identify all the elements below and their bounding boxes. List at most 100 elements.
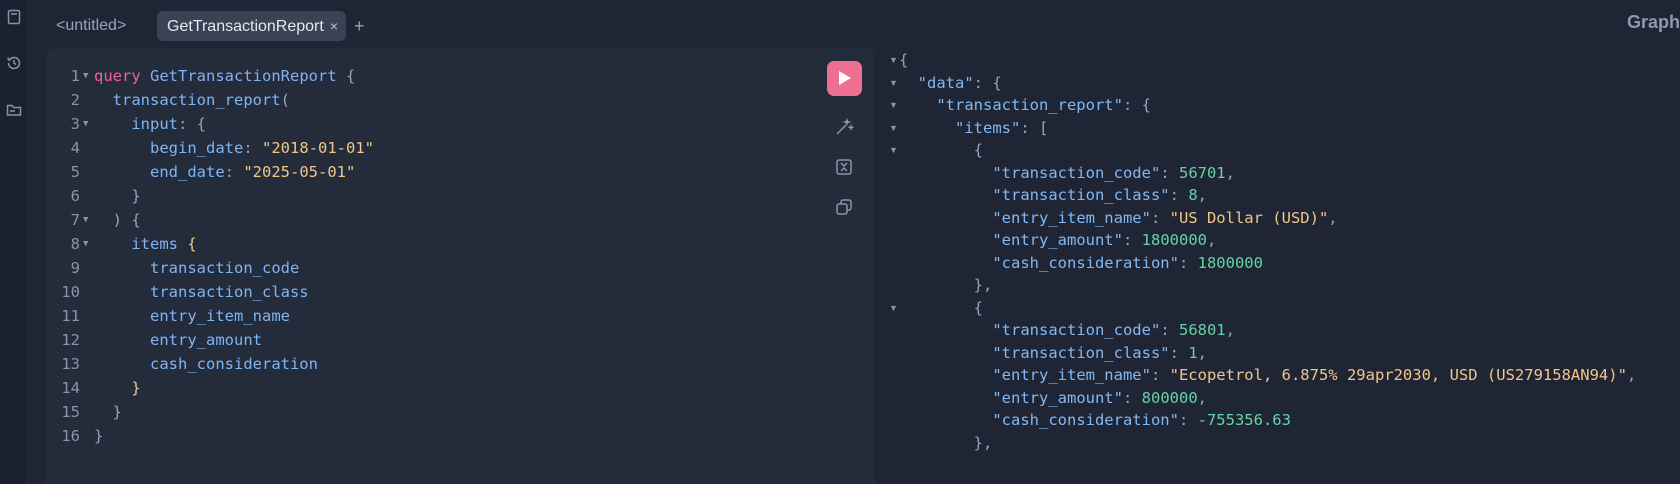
fold-arrow-icon[interactable]: ▼ [889,48,898,72]
fold-arrow-icon[interactable]: ▼ [889,116,898,140]
result-token: 1800000 [1141,231,1207,249]
fold-arrow-icon[interactable]: ▼ [83,112,88,136]
result-token: { [899,51,909,69]
result-viewer[interactable]: ▼{▼ "data": {▼ "transaction_report": {▼ … [875,48,1680,484]
fold-arrow-icon[interactable]: ▼ [83,232,88,256]
code-token: } [131,187,141,205]
code-token: end_date [150,163,225,181]
code-token: ( [280,91,290,109]
result-token: "transaction_code" [992,321,1161,339]
code-text: } [94,400,122,424]
tab-label: GetTransactionReport [167,18,324,35]
result-token: }, [973,433,993,452]
result-line: "entry_amount": 800000, [899,386,1207,410]
prettify-button[interactable] [834,117,855,137]
result-token: 1800000 [1197,253,1263,272]
result-token: , [1626,366,1637,384]
result-token: "entry_amount" [992,388,1123,407]
line-number: 6 [70,187,80,205]
tab-untitled[interactable]: <untitled> [46,11,136,41]
result-token: "transaction_class" [992,186,1170,204]
result-line: }, [899,431,993,455]
code-text: ) { [94,208,141,232]
fold-arrow-icon[interactable]: ▼ [889,138,898,162]
code-token: : [243,139,262,157]
result-token: "data" [917,73,974,92]
code-token: transaction_class [150,283,309,301]
result-line: "transaction_class": 1, [899,341,1207,365]
sidebar-rail [0,0,28,484]
result-line: "entry_item_name": "Ecopetrol, 6.875% 29… [899,363,1636,387]
result-token: , [1225,321,1235,339]
result-token [899,299,974,317]
code-token: transaction_report [112,91,281,109]
code-token: } [94,427,104,445]
add-tab-button[interactable]: + [354,11,365,41]
run-button[interactable] [827,61,862,96]
code-token: query [94,67,141,85]
result-token: , [1197,388,1207,407]
code-text: query GetTransactionReport { [94,64,355,88]
result-token: }, [973,276,993,294]
code-token: cash_consideration [150,355,318,373]
folder-icon[interactable] [6,102,22,118]
result-token [899,141,974,159]
line-number: 9 [70,259,80,277]
merge-fragments-button[interactable] [834,157,854,177]
line-number: 4 [70,139,80,157]
code-token: : { [178,115,206,133]
close-icon[interactable]: × [330,11,338,41]
result-token: 56801 [1178,321,1226,339]
result-token: "cash_consideration" [992,253,1179,272]
tab-get-transaction-report[interactable]: GetTransactionReport × [157,11,346,41]
code-token: transaction_code [150,259,300,277]
result-line: "transaction_report": { [899,93,1151,117]
result-token: "transaction_report" [936,96,1123,114]
result-token [899,74,918,92]
result-token: , [1225,163,1235,182]
fold-arrow-icon[interactable]: ▼ [83,64,88,88]
copy-button[interactable] [834,197,854,217]
docs-icon[interactable] [6,9,22,25]
code-token: ) { [112,211,141,229]
result-line: "items": [ [899,116,1048,140]
code-token: } [131,379,141,397]
code-text: input: { [94,112,206,136]
result-token: -755356.63 [1197,411,1291,429]
result-line: "entry_amount": 1800000, [899,228,1216,252]
result-token: 800000 [1141,388,1198,407]
line-number: 12 [61,331,80,349]
code-text: } [94,424,103,448]
code-token: entry_amount [150,331,262,349]
result-token: , [1328,208,1338,227]
fold-arrow-icon[interactable]: ▼ [889,93,898,117]
result-token [899,344,992,362]
code-text: end_date: "2025-05-01" [94,160,355,184]
result-line: "entry_item_name": "US Dollar (USD)", [899,206,1338,230]
code-token: "2018-01-01" [262,139,374,157]
fold-arrow-icon[interactable]: ▼ [889,71,898,95]
app-logo: GraphiQL [1627,12,1680,32]
fold-arrow-icon[interactable]: ▼ [889,296,898,320]
result-line: }, [899,273,993,297]
result-line: "transaction_class": 8, [899,183,1207,207]
query-editor[interactable]: 1 ▼ query GetTransactionReport {2 transact… [46,48,875,484]
code-text: } [94,184,141,208]
history-icon[interactable] [6,55,22,71]
result-token: : [1178,411,1198,429]
fold-arrow-icon[interactable]: ▼ [83,208,88,232]
result-token [899,321,992,339]
result-token: { [973,298,983,317]
play-icon [839,71,851,85]
result-token: : { [973,73,1002,92]
result-token: , [1197,343,1207,362]
line-number: 11 [61,307,80,325]
